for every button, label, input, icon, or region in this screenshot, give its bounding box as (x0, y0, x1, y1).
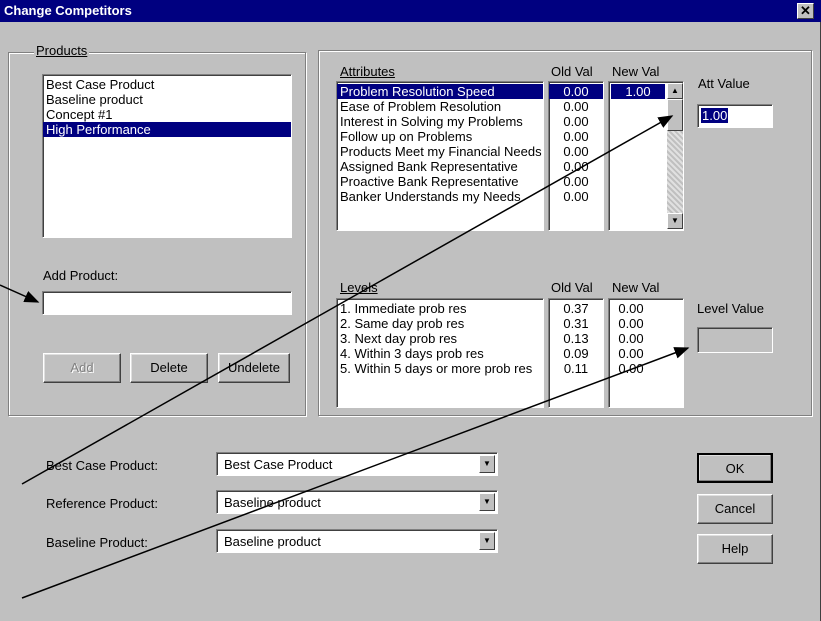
arrow-to-att-value (21, 115, 674, 485)
annotation-arrows (0, 115, 690, 599)
arrow-to-level-value (21, 347, 690, 599)
arrow-to-add-product (0, 284, 40, 303)
